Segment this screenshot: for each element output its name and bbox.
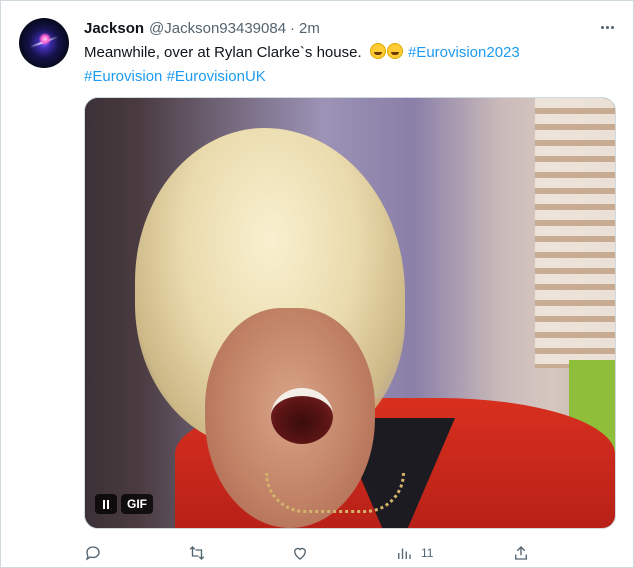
share-icon <box>515 546 527 560</box>
hashtag-eurovisionuk[interactable]: #EurovisionUK <box>167 68 266 85</box>
tweet-text: Meanwhile, over at Rylan Clarke`s house.… <box>84 41 614 89</box>
user-handle[interactable]: @Jackson93439084 <box>149 20 286 37</box>
avatar[interactable] <box>19 18 69 68</box>
timestamp[interactable]: 2m <box>299 20 320 37</box>
share-button[interactable] <box>512 541 530 565</box>
like-button[interactable] <box>291 541 317 565</box>
gif-controls: GIF <box>95 494 153 514</box>
display-name[interactable]: Jackson <box>84 20 144 37</box>
tweet-text-line-1: Meanwhile, over at Rylan Clarke`s house.… <box>84 41 614 65</box>
rolling-laughing-emoji-icon <box>386 43 403 59</box>
tweet-text-line-2: #Eurovision #EurovisionUK <box>84 65 614 89</box>
hashtag-eurovision[interactable]: #Eurovision <box>84 68 162 85</box>
tweet-actions: 11 <box>81 541 541 565</box>
views-button[interactable]: 11 <box>395 541 433 565</box>
views-count: 11 <box>421 546 434 560</box>
pause-icon[interactable] <box>95 494 117 514</box>
views-icon <box>398 548 411 559</box>
gif-media[interactable]: GIF <box>84 97 616 529</box>
reply-icon <box>85 546 100 561</box>
retweet-button[interactable] <box>188 541 214 565</box>
laughing-emoji-icon <box>369 43 408 61</box>
reply-button[interactable] <box>84 541 110 565</box>
gif-badge: GIF <box>121 494 153 514</box>
rolling-laughing-emoji-icon <box>369 43 386 59</box>
separator-dot: · <box>290 19 296 37</box>
retweet-icon <box>189 546 205 560</box>
gif-frame-necklace <box>265 473 405 513</box>
tweet-card[interactable]: Jackson @Jackson93439084 · 2m Meanwhile,… <box>0 0 634 568</box>
tweet-body-text: Meanwhile, over at Rylan Clarke`s house. <box>84 44 362 61</box>
gif-frame-blinds <box>535 98 615 368</box>
hashtag-eurovision2023[interactable]: #Eurovision2023 <box>408 44 520 61</box>
tweet-header: Jackson @Jackson93439084 · 2m <box>84 18 320 38</box>
gif-frame-open-mouth <box>271 388 333 444</box>
like-icon <box>294 547 306 560</box>
more-options-icon[interactable] <box>595 17 619 37</box>
